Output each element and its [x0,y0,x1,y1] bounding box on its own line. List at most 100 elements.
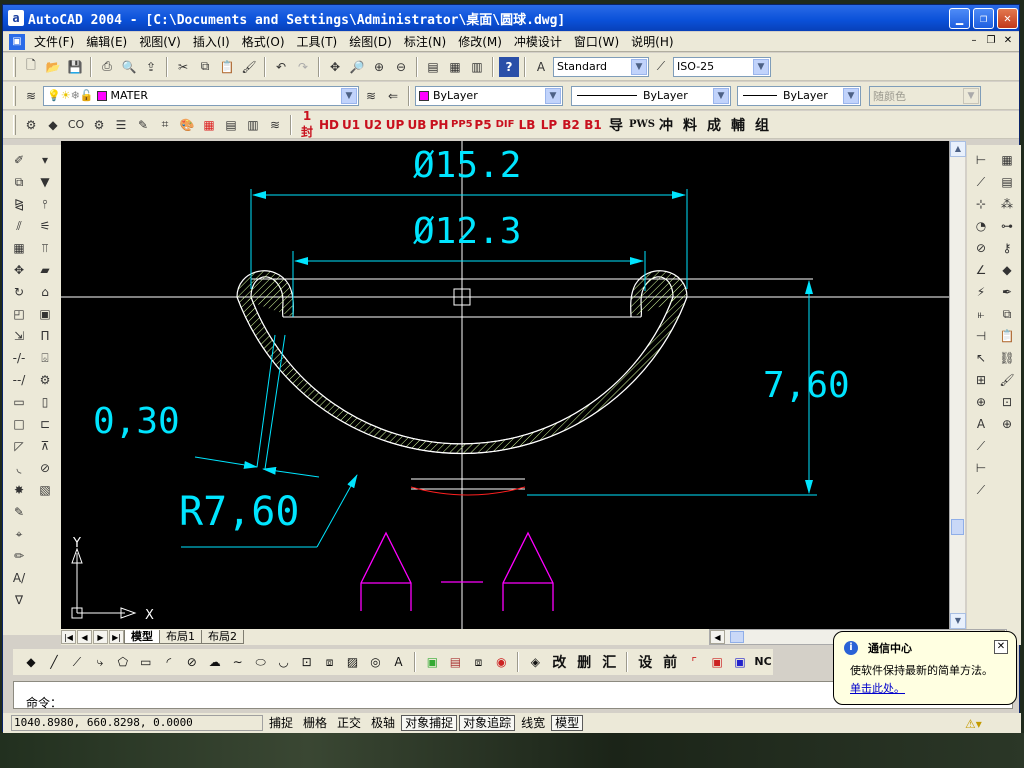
pencil-icon[interactable]: ✏ [9,547,29,566]
lineweight-select[interactable]: ByLayer ▼ [737,85,861,106]
snap-settings-icon[interactable]: ⁂ [997,195,1017,214]
last-tab-icon[interactable]: ▶| [109,630,124,644]
dim-baseline-icon[interactable]: ⫦ [971,305,991,324]
brush-icon[interactable]: 🖌 [997,371,1017,390]
rectangle-icon[interactable]: ▭ [136,652,156,672]
document-icon[interactable]: ▣ [9,33,25,50]
menu-file[interactable]: 文件(F) [28,32,80,52]
paint-icon[interactable]: ◈ [525,652,545,672]
menu-dimension[interactable]: 标注(N) [398,32,452,52]
design-center-icon[interactable]: ▦ [445,57,465,77]
autocad-icon[interactable]: a [8,10,24,26]
die-button-form[interactable]: 成 [703,115,725,135]
list-icon[interactable]: ☰ [111,115,131,135]
construction-line-icon[interactable]: ⟋ [67,652,87,672]
plate-icon[interactable]: ▰ [35,261,55,280]
dim-outer-diameter[interactable]: Ø15.2 [413,145,521,186]
menu-tools[interactable]: 工具(T) [291,32,344,52]
co-button[interactable]: CO [65,115,87,135]
scroll-thumb[interactable] [730,631,744,643]
doc-close-icon[interactable]: ✕ [1001,34,1015,48]
link-icon[interactable]: ⛓ [997,349,1017,368]
undo-icon[interactable]: ↶ [271,57,291,77]
hatch-icon[interactable]: ▧ [35,481,55,500]
mirror-icon[interactable]: ⧎ [9,195,29,214]
extend-icon[interactable]: --/ [9,371,29,390]
bolt-spec-icon[interactable]: ⊶ [997,217,1017,236]
help-icon[interactable]: ? [499,56,519,77]
die-button-p5[interactable]: P5 [473,118,493,132]
linetype-select[interactable]: ByLayer ▼ [571,85,731,106]
die-button-u1[interactable]: U1 [341,118,361,132]
stripper-icon[interactable]: ⌂ [35,283,55,302]
die-button-pp5[interactable]: PP5 [451,119,473,130]
mtext-icon[interactable]: A [389,652,409,672]
edit-icon[interactable]: ✎ [133,115,153,135]
text-style-icon[interactable]: A [531,57,551,77]
close-button[interactable]: ✕ [997,8,1018,29]
menu-modify[interactable]: 修改(M) [452,32,508,52]
ortho-toggle[interactable]: 正交 [333,715,365,731]
die-button-lb[interactable]: LB [517,118,537,132]
color-select[interactable]: ByLayer ▼ [415,85,563,106]
redo-icon[interactable]: ↷ [293,57,313,77]
dim-aligned-icon[interactable]: ⟋ [971,173,991,192]
zoom-realtime-icon[interactable]: 🔎 [347,57,367,77]
explode-icon[interactable]: ✸ [9,481,29,500]
sheet-icon[interactable]: ▥ [243,115,263,135]
custom-tool-icon[interactable]: ⚙ [21,115,41,135]
dim-diameter-icon[interactable]: ⊘ [971,239,991,258]
doc-restore-icon[interactable]: ❐ [984,34,998,48]
table-insert-icon[interactable]: ▦ [997,151,1017,170]
dim-edit-icon[interactable]: A [971,415,991,434]
die-button-1[interactable]: 1封 [297,109,317,140]
dim-ordinate-icon[interactable]: ⊹ [971,195,991,214]
new-icon[interactable]: 🗋 [21,57,41,77]
dim-text-edit-icon[interactable]: ⟋ [971,437,991,456]
dim-inner-diameter[interactable]: Ø12.3 [413,211,521,252]
polyline-icon[interactable]: ⤷ [90,652,110,672]
copy-icon[interactable]: ⧉ [195,57,215,77]
die-button-up[interactable]: UP [385,118,405,132]
trim-icon[interactable]: -/- [9,349,29,368]
spell-icon[interactable]: ✎ [9,503,29,522]
copy-block-icon[interactable]: ⧉ [997,305,1017,324]
minimize-button[interactable]: ▁ [949,8,970,29]
first-tab-icon[interactable]: |◀ [61,630,76,644]
chevron-down-icon[interactable]: ▼ [753,58,769,75]
die-button-material[interactable]: 料 [679,115,701,135]
die-button-aux[interactable]: 輔 [727,115,749,135]
frame-icon[interactable]: ⌜ [684,652,704,672]
cmd-summary-button[interactable]: 汇 [598,652,620,672]
open-icon[interactable]: 📂 [43,57,63,77]
dim-radius[interactable]: R7,60 [179,489,299,535]
chamfer-icon[interactable]: ◸ [9,437,29,456]
punch-tool-icon[interactable]: ▾ [35,151,55,170]
cube-icon[interactable]: ⧈ [468,652,488,672]
palette-icon[interactable]: 🎨 [177,115,197,135]
line-icon[interactable]: ╱ [44,652,64,672]
die-insert-icon[interactable]: ▼ [35,173,55,192]
ellipse-arc-icon[interactable]: ◡ [274,652,294,672]
key-icon[interactable]: ⚷ [997,239,1017,258]
nested-frame-icon[interactable]: ▣ [730,652,750,672]
dim-angular-icon[interactable]: ∠ [971,261,991,280]
pin-icon[interactable]: ⫯ [35,195,55,214]
3d-box-icon[interactable]: ▣ [422,652,442,672]
erase-icon[interactable]: ✐ [9,151,29,170]
otrack-toggle[interactable]: 对象追踪 [459,715,516,731]
publish-icon[interactable]: ⇪ [141,57,161,77]
snap-toggle[interactable]: 捕捉 [265,715,297,731]
match-properties-icon[interactable]: 🖌 [239,57,259,77]
spline-icon[interactable]: ∼ [228,652,248,672]
die-button-hd[interactable]: HD [319,118,339,132]
notification-link[interactable]: 单击此处。 [850,680,905,696]
menu-draw[interactable]: 绘图(D) [343,32,398,52]
target-block-icon[interactable]: ◉ [491,652,511,672]
pen-icon[interactable]: ✒ [997,283,1017,302]
drawing-svg[interactable]: Ø15.2 Ø12.3 7,60 0,30 R7,60 Y X [61,141,949,629]
die-button-ub[interactable]: UB [407,118,427,132]
chevron-down-icon[interactable]: ▼ [631,58,647,75]
polar-toggle[interactable]: 极轴 [367,715,399,731]
dim-update-icon[interactable]: ⊢ [971,459,991,478]
